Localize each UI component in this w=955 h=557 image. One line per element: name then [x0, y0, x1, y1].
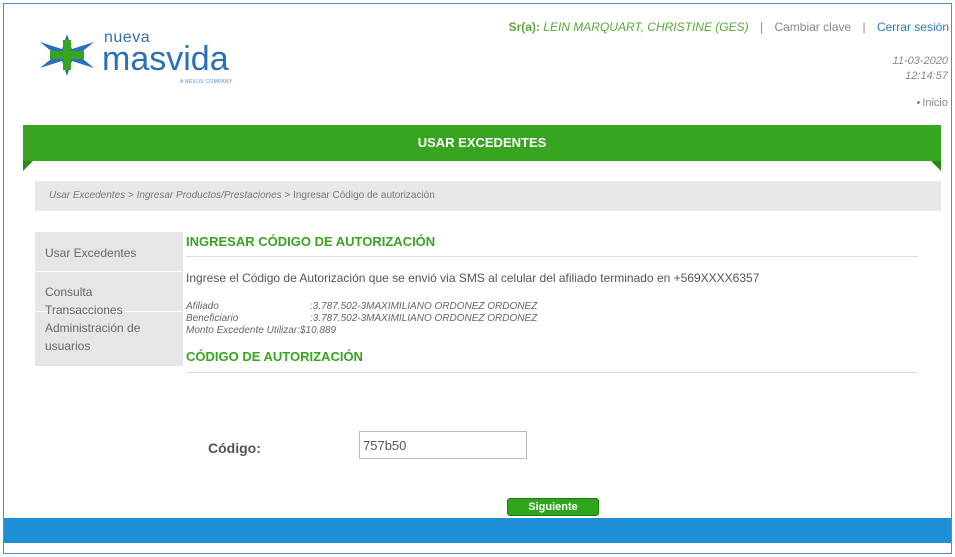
info-label: Beneficiario	[186, 313, 239, 324]
info-row: Afiliado :3.787.502-3MAXIMILIANO ORDONEZ…	[186, 301, 918, 313]
date-text: 11-03-2020	[892, 55, 948, 67]
section-subtitle: CÓDIGO DE AUTORIZACIÓN	[186, 349, 918, 373]
info-label: Monto Excedente Utilizar:	[186, 325, 300, 336]
banner-fold-left	[23, 161, 33, 171]
masvida-logo[interactable]: nueva masvida A NEXUS COMPANY	[34, 29, 264, 85]
user-name: LEIN MARQUART, CHRISTINE (GES)	[543, 20, 749, 34]
brand-tagline: A NEXUS COMPANY	[180, 79, 233, 85]
user-bar: Sr(a): LEIN MARQUART, CHRISTINE (GES) | …	[509, 20, 949, 34]
next-button[interactable]: Siguiente	[507, 498, 599, 516]
instruction-text: Ingrese el Código de Autorización que se…	[186, 271, 760, 285]
info-value: :3.787.502-3MAXIMILIANO ORDONEZ ORDONEZ	[310, 313, 538, 324]
home-link-label: Inicio	[922, 97, 948, 109]
home-link[interactable]: • Inicio	[916, 97, 948, 109]
affiliate-info: Afiliado :3.787.502-3MAXIMILIANO ORDONEZ…	[186, 301, 918, 337]
datetime: 11-03-2020 12:14:57	[893, 54, 948, 84]
time-text: 12:14:57	[905, 70, 948, 82]
breadcrumb-current: Ingresar Código de autorización	[293, 190, 435, 201]
info-label: Afiliado	[186, 301, 219, 312]
breadcrumb-item[interactable]: Usar Excedentes	[49, 190, 125, 201]
bullet-icon: •	[916, 97, 921, 109]
sidebar: Usar Excedentes Consulta Transacciones A…	[35, 232, 183, 367]
breadcrumb-item[interactable]: Ingresar Productos/Prestaciones	[137, 190, 282, 201]
separator: |	[862, 20, 866, 34]
separator: |	[759, 20, 764, 34]
breadcrumb-separator: >	[284, 190, 291, 201]
breadcrumb: Usar Excedentes > Ingresar Productos/Pre…	[35, 181, 941, 211]
sidebar-item-usar-excedentes[interactable]: Usar Excedentes	[35, 232, 183, 272]
info-value: :3.787.502-3MAXIMILIANO ORDONEZ ORDONEZ	[310, 301, 538, 312]
code-label: Código:	[208, 440, 261, 456]
sidebar-item-consulta-transacciones[interactable]: Consulta Transacciones	[35, 272, 183, 317]
logout-link[interactable]: Cerrar sesión	[877, 20, 949, 34]
breadcrumb-separator: >	[127, 190, 134, 201]
page-frame: nueva masvida A NEXUS COMPANY Sr(a): LEI…	[3, 3, 952, 554]
info-value: $10.889	[299, 325, 337, 336]
info-row: Beneficiario :3.787.502-3MAXIMILIANO ORD…	[186, 313, 918, 325]
sidebar-item-administracion-usuarios[interactable]: Administración de usuarios	[35, 312, 183, 367]
page-title: INGRESAR CÓDIGO DE AUTORIZACIÓN	[186, 232, 918, 257]
change-password-link[interactable]: Cambiar clave	[774, 20, 851, 34]
user-prefix: Sr(a):	[508, 20, 540, 34]
section-banner: USAR EXCEDENTES	[23, 125, 941, 161]
footer-bar	[4, 518, 951, 543]
brand-name: masvida	[102, 40, 229, 78]
info-row: Monto Excedente Utilizar: $10.889	[186, 325, 918, 337]
star-logo-icon	[40, 34, 94, 76]
code-input[interactable]	[359, 431, 527, 459]
main-content: INGRESAR CÓDIGO DE AUTORIZACIÓN Ingrese …	[186, 232, 918, 373]
banner-fold-right	[931, 161, 941, 171]
